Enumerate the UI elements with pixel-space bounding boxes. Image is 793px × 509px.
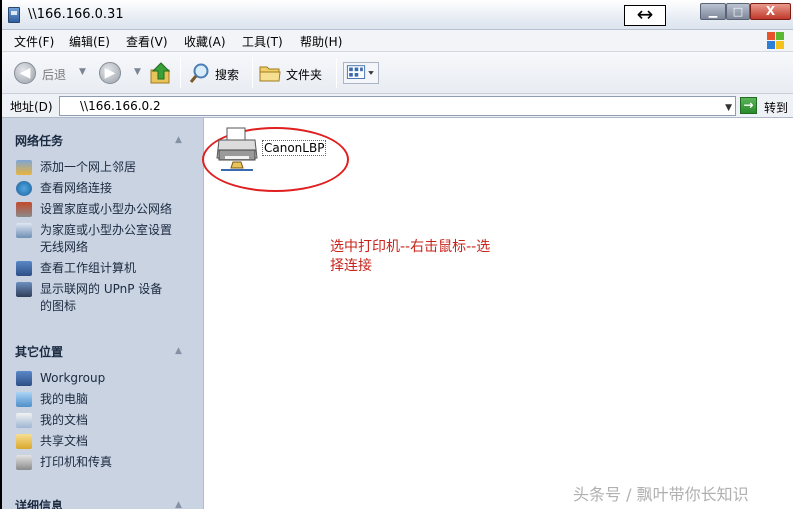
toolbar: ◀ 后退 ▼ ▶ ▼ 搜索 文件夹 (2, 52, 793, 94)
maximize-button[interactable]: □ (726, 3, 750, 20)
network-printer-icon[interactable] (215, 126, 261, 172)
collapse-chevron-icon[interactable]: ▲ (175, 346, 182, 356)
caption-buttons: ▁ □ X (700, 3, 791, 21)
add-network-place-icon (16, 160, 32, 175)
wireless-setup-icon (16, 223, 32, 238)
explorer-window: \\166.166.0.31 ↔ ▁ □ X 文件(F) 编辑(E) 查看(V)… (2, 0, 793, 509)
toolbar-separator (180, 58, 181, 88)
shared-documents-icon (16, 434, 32, 449)
menu-tools[interactable]: 工具(T) (242, 33, 283, 50)
place-label: 打印机和传真 (40, 455, 113, 469)
folder-up-icon[interactable] (150, 61, 172, 85)
instruction-annotation: 选中打印机--右击鼠标--选 择连接 (330, 238, 540, 276)
annotation-line-2: 择连接 (330, 258, 372, 274)
annotation-line-1: 选中打印机--右击鼠标--选 (330, 239, 491, 255)
task-label-line2: 的图标 (40, 299, 77, 313)
printers-faxes-icon (16, 455, 32, 470)
go-arrow-icon: → (740, 97, 757, 114)
folders-icon[interactable] (259, 64, 281, 82)
address-label: 地址(D) (10, 100, 53, 114)
task-label: 为家庭或小型办公室设置 (40, 223, 173, 237)
workgroup-icon (16, 371, 32, 386)
upnp-icon (16, 282, 32, 297)
collapse-chevron-icon[interactable]: ▲ (175, 135, 182, 145)
go-button[interactable]: → 转到 (739, 96, 791, 116)
resize-cursor-icon: ↔ (624, 4, 666, 26)
task-label: 查看工作组计算机 (40, 261, 137, 275)
title-bar[interactable]: \\166.166.0.31 ↔ ▁ □ X (2, 0, 793, 30)
task-label: 添加一个网上邻居 (40, 160, 137, 174)
back-arrow-icon[interactable]: ◀ (14, 62, 36, 84)
task-show-upnp[interactable]: 显示联网的 UPnP 设备 的图标 (16, 281, 196, 315)
watermark-text: 头条号 / 飘叶带你长知识 (573, 485, 749, 504)
details-title[interactable]: 详细信息 (15, 497, 63, 509)
back-history-dropdown[interactable]: ▼ (79, 67, 86, 77)
views-button[interactable] (343, 62, 379, 84)
address-bar: 地址(D) \\166.166.0.2 ▼ → 转到 (2, 94, 793, 118)
menu-help[interactable]: 帮助(H) (300, 33, 342, 50)
task-label: 显示联网的 UPnP 设备 (40, 282, 163, 296)
task-label: 查看网络连接 (40, 181, 113, 195)
menu-edit[interactable]: 编辑(E) (69, 33, 110, 50)
content-area[interactable]: CanonLBP 选中打印机--右击鼠标--选 择连接 头条号 / 飘叶带你长知… (202, 118, 793, 509)
place-label: 共享文档 (40, 434, 89, 448)
other-places-title[interactable]: 其它位置 (15, 343, 63, 360)
task-setup-wireless[interactable]: 为家庭或小型办公室设置 无线网络 (16, 222, 196, 256)
place-label: 我的文档 (40, 413, 89, 427)
address-dropdown[interactable]: ▼ (725, 99, 732, 117)
collapse-chevron-icon[interactable]: ▲ (175, 500, 182, 509)
close-button[interactable]: X (750, 3, 791, 20)
my-documents-icon (16, 413, 32, 428)
network-share-icon (8, 7, 20, 23)
minimize-button[interactable]: ▁ (700, 3, 726, 20)
menu-favorites[interactable]: 收藏(A) (184, 33, 226, 50)
address-value: \\166.166.0.2 (80, 99, 161, 113)
search-icon[interactable] (189, 62, 211, 84)
task-pane: 网络任务 ▲ 添加一个网上邻居 查看网络连接 设置家庭或小型办公网络 为家庭或小… (2, 118, 204, 509)
windows-logo-icon (766, 31, 786, 51)
network-tasks-title[interactable]: 网络任务 (15, 132, 63, 149)
window-title: \\166.166.0.31 (28, 7, 124, 22)
back-button-label[interactable]: 后退 (42, 66, 66, 83)
home-network-icon (16, 202, 32, 217)
menu-bar: 文件(F) 编辑(E) 查看(V) 收藏(A) 工具(T) 帮助(H) (2, 30, 793, 52)
menu-view[interactable]: 查看(V) (126, 33, 168, 50)
address-input[interactable]: \\166.166.0.2 ▼ (59, 96, 736, 116)
toolbar-separator (336, 58, 337, 88)
forward-arrow-icon[interactable]: ▶ (99, 62, 121, 84)
go-button-label: 转到 (764, 101, 789, 115)
network-connections-icon (16, 181, 32, 196)
my-computer-icon (16, 392, 32, 407)
search-button-label[interactable]: 搜索 (215, 66, 239, 83)
folders-button-label[interactable]: 文件夹 (286, 66, 322, 83)
menu-file[interactable]: 文件(F) (14, 33, 54, 50)
task-label: 设置家庭或小型办公网络 (40, 202, 173, 216)
forward-history-dropdown[interactable]: ▼ (134, 67, 141, 77)
place-label: 我的电脑 (40, 392, 89, 406)
workgroup-computers-icon (16, 261, 32, 276)
place-label: Workgroup (40, 371, 106, 385)
task-label-line2: 无线网络 (40, 240, 89, 254)
toolbar-separator (252, 58, 253, 88)
views-grid-icon (346, 65, 374, 79)
printer-name-label[interactable]: CanonLBP (262, 140, 327, 156)
